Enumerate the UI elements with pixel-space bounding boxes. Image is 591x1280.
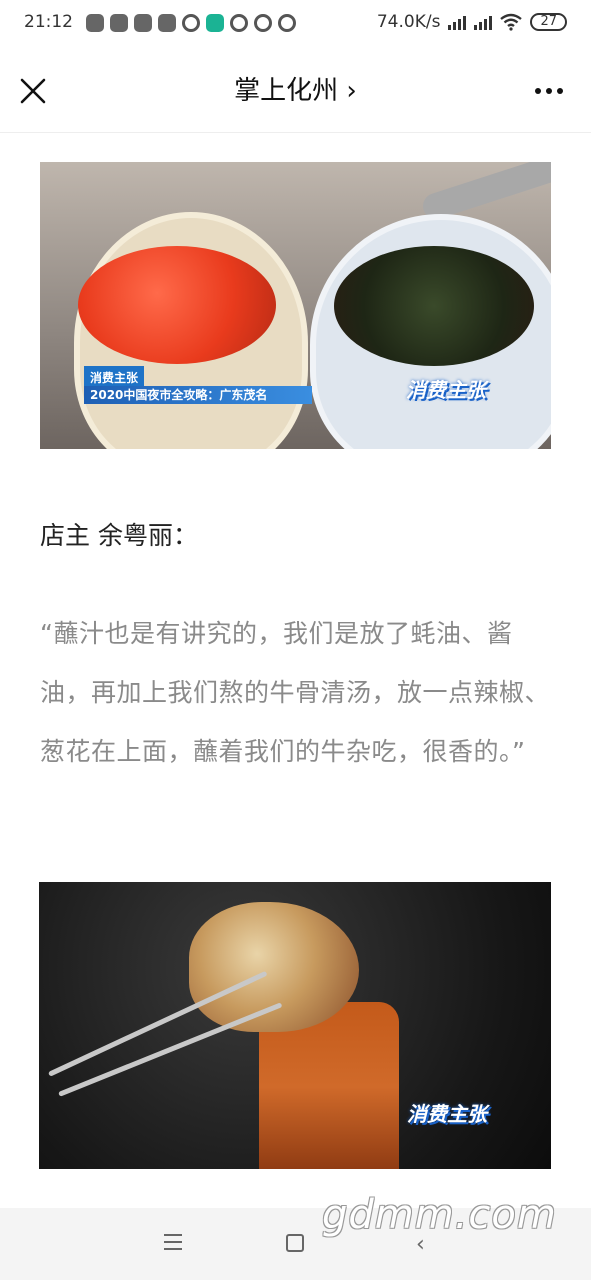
menu-icon[interactable] <box>164 1234 182 1255</box>
article-image-beef-offal[interactable]: 消费主张 <box>39 882 551 1169</box>
network-speed: 74.0K/s <box>376 12 441 32</box>
quote-paragraph: “蘸汁也是有讲究的，我们是放了蚝油、酱油，再加上我们熬的牛骨清汤，放一点辣椒、葱… <box>40 619 551 766</box>
wechat-icon <box>110 14 128 32</box>
scallion-sauce <box>334 246 534 366</box>
status-time: 21:12 <box>24 12 73 32</box>
page-title[interactable]: 掌上化州 › <box>0 70 591 107</box>
wechat-icon <box>86 14 104 32</box>
home-icon[interactable] <box>286 1234 304 1252</box>
tv-watermark: 消费主张 <box>406 378 486 402</box>
wifi-icon <box>500 13 523 31</box>
article-image-dipping-sauces[interactable]: 消费主张 2020中国夜市全攻略：广东茂名 消费主张 <box>40 162 551 449</box>
site-watermark: gdmm.com <box>322 1192 557 1238</box>
title-bar: 掌上化州 › <box>0 48 591 133</box>
signal-hd-icon <box>474 14 493 30</box>
status-right: 74.0K/s 27 <box>377 12 567 32</box>
beef-offal <box>189 902 359 1032</box>
battery-indicator: 27 <box>530 13 567 31</box>
signal-icon <box>448 14 467 30</box>
wechat-icon <box>134 14 152 32</box>
qq-icon <box>230 14 248 32</box>
chili-sauce <box>78 246 276 364</box>
more-dot <box>535 88 541 94</box>
more-dot <box>557 88 563 94</box>
image-caption: 2020中国夜市全攻略：广东茂名 <box>84 386 312 404</box>
status-bar: 21:12 74.0K/s 27 <box>0 0 591 48</box>
notification-icons <box>86 14 296 32</box>
speaker-label: 店主 余粤丽： <box>40 521 198 550</box>
app-icon <box>206 14 224 32</box>
tv-watermark: 消费主张 <box>407 1102 487 1126</box>
more-icon[interactable] <box>535 88 563 94</box>
qq-icon <box>182 14 200 32</box>
more-dot <box>546 88 552 94</box>
mi-icon <box>158 14 176 32</box>
qq-icon <box>278 14 296 32</box>
qq-icon <box>254 14 272 32</box>
